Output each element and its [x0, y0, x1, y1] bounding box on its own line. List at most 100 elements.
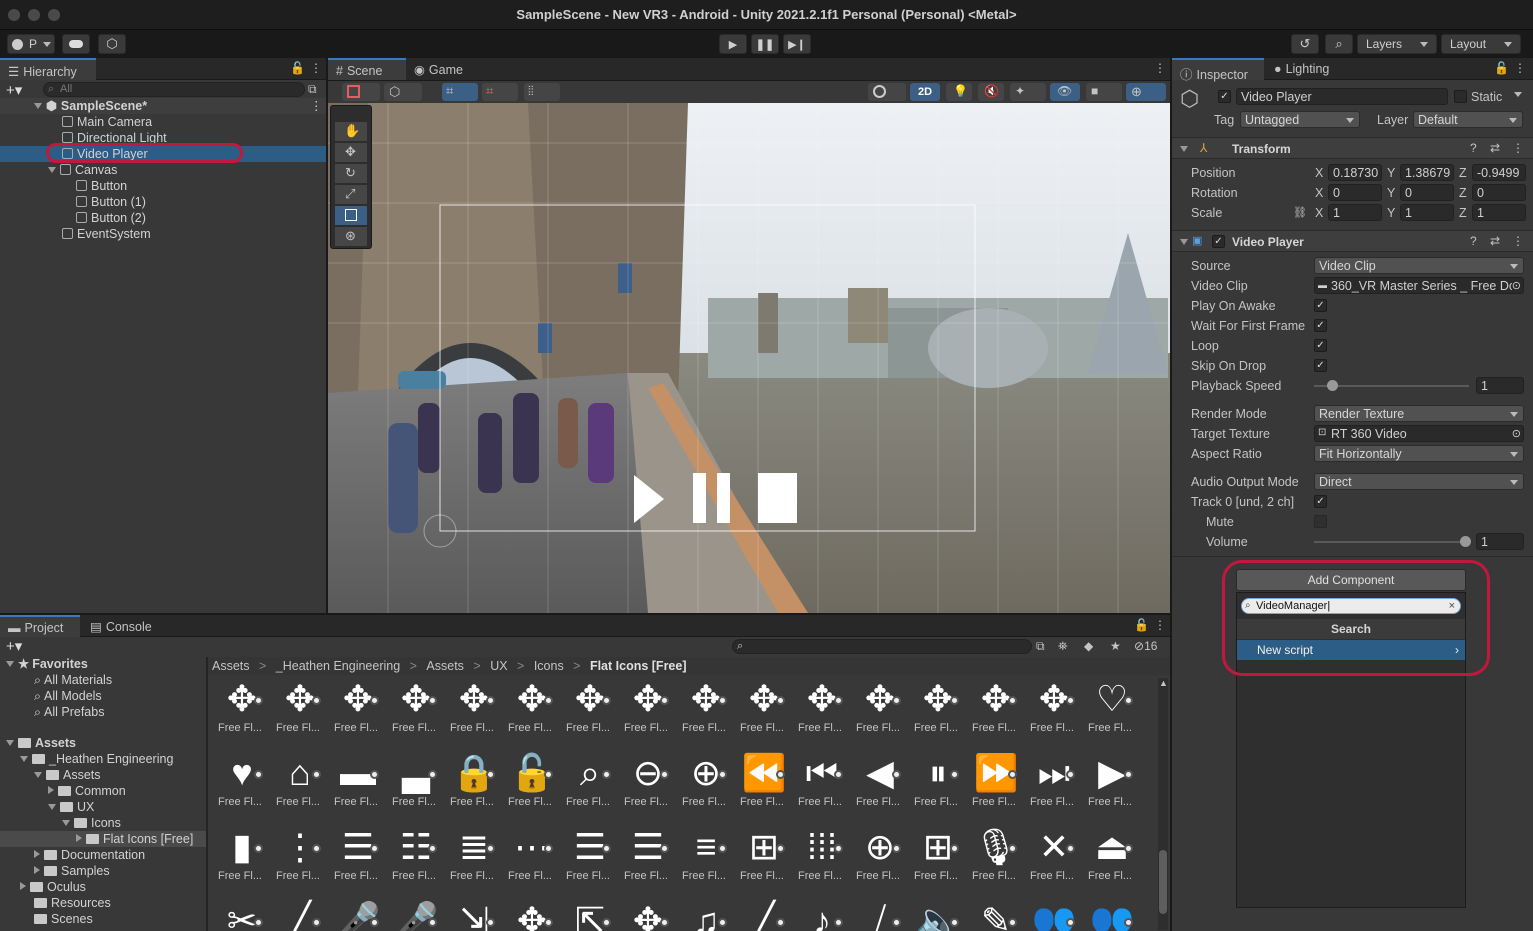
splitter[interactable]	[206, 657, 208, 931]
rect-tool-button[interactable]	[335, 206, 367, 225]
tab-console[interactable]: ▤ Console	[82, 615, 162, 637]
pause-button[interactable]: ❚❚	[751, 34, 779, 54]
move-tool-button[interactable]: ✥	[335, 143, 367, 162]
asset-item[interactable]: ✎Free Fl...	[966, 898, 1022, 931]
more-icon[interactable]: ⋮	[310, 98, 323, 114]
camera-dropdown[interactable]: ■	[1086, 83, 1122, 101]
asset-item[interactable]: ♥ Free Fl...	[212, 750, 268, 824]
project-search-input[interactable]: ⌕	[732, 639, 1032, 654]
breadcrumb-item[interactable]: Assets	[426, 659, 464, 673]
hidden-count[interactable]: ⊘16	[1134, 639, 1157, 653]
asset-item[interactable]: ✥Free Fl...	[502, 676, 558, 750]
scene-search-icon[interactable]: ⧉	[308, 82, 317, 97]
sprite-expand-icon[interactable]	[776, 770, 785, 779]
scale-z-field[interactable]: 1	[1472, 204, 1526, 221]
shading-mode-dropdown[interactable]	[868, 83, 906, 101]
presets-icon[interactable]: ⇄	[1490, 141, 1500, 155]
asset-item[interactable]: ✥Free Fl...	[908, 676, 964, 750]
asset-item[interactable]: ▬ Free Fl...	[328, 750, 384, 824]
step-button[interactable]: ▶❙	[783, 34, 811, 54]
type-filter-icon[interactable]: ⛯	[1058, 639, 1068, 654]
help-icon[interactable]: ?	[1470, 234, 1477, 248]
asset-item[interactable]: ⋯ Free Fl...	[502, 824, 558, 898]
asset-item[interactable]: ✥Free Fl...	[328, 676, 384, 750]
object-name-field[interactable]: Video Player	[1236, 88, 1448, 105]
sprite-expand-icon[interactable]	[892, 696, 901, 705]
help-icon[interactable]: ?	[1470, 141, 1477, 155]
sprite-expand-icon[interactable]	[660, 770, 669, 779]
more-icon[interactable]: ⋮	[310, 61, 322, 75]
asset-item[interactable]: ✥Free Fl...	[560, 676, 616, 750]
gizmos-dropdown[interactable]: ⊕	[1126, 83, 1166, 101]
tree-item[interactable]: Common	[0, 783, 206, 799]
sprite-expand-icon[interactable]	[718, 696, 727, 705]
grid-toggle[interactable]: ⦙⦙	[524, 83, 560, 101]
sprite-expand-icon[interactable]	[428, 918, 437, 927]
tab-project[interactable]: ▬ Project	[0, 615, 80, 637]
asset-item[interactable]: ⊖ Free Fl...	[618, 750, 674, 824]
sprite-expand-icon[interactable]	[950, 770, 959, 779]
asset-item[interactable]: ╱Free Fl...	[734, 898, 790, 931]
playback-speed-field[interactable]: 1	[1476, 377, 1524, 394]
asset-item[interactable]: ✥Free Fl...	[1024, 676, 1080, 750]
sprite-expand-icon[interactable]	[660, 918, 669, 927]
asset-item[interactable]: ▮ Free Fl...	[212, 824, 268, 898]
asset-item[interactable]: ⏮ Free Fl...	[792, 750, 848, 824]
rotate-tool-button[interactable]: ↻	[335, 164, 367, 183]
sprite-expand-icon[interactable]	[544, 770, 553, 779]
tag-dropdown[interactable]: Untagged	[1240, 111, 1360, 128]
sprite-expand-icon[interactable]	[602, 918, 611, 927]
asset-item[interactable]: ⧸Free Fl...	[850, 898, 906, 931]
breadcrumb-item[interactable]: Icons	[534, 659, 564, 673]
sprite-expand-icon[interactable]	[776, 696, 785, 705]
sprite-expand-icon[interactable]	[1066, 844, 1075, 853]
sprite-expand-icon[interactable]	[254, 770, 263, 779]
tree-item[interactable]: Scenes	[0, 911, 206, 927]
asset-item[interactable]: ⌂ Free Fl...	[270, 750, 326, 824]
sprite-expand-icon[interactable]	[1008, 918, 1017, 927]
scroll-up-icon[interactable]: ▲	[1159, 678, 1168, 688]
hand-tool-button[interactable]: ✋	[335, 122, 367, 141]
sprite-expand-icon[interactable]	[254, 918, 263, 927]
audio-toggle[interactable]: 🔇	[978, 83, 1004, 101]
transform-tool-button[interactable]: ⊛	[335, 227, 367, 246]
expand-icon[interactable]	[20, 756, 28, 762]
sprite-expand-icon[interactable]	[602, 844, 611, 853]
collapse-icon[interactable]	[34, 850, 40, 858]
asset-item[interactable]: 🔈Free Fl...	[908, 898, 964, 931]
expand-icon[interactable]	[6, 740, 14, 746]
history-button[interactable]: ↺	[1291, 34, 1319, 54]
effects-dropdown[interactable]: ✦	[1010, 83, 1046, 101]
asset-item[interactable]: ☰ Free Fl...	[328, 824, 384, 898]
sprite-expand-icon[interactable]	[1008, 696, 1017, 705]
sprite-expand-icon[interactable]	[428, 770, 437, 779]
tree-item[interactable]: Resources	[0, 895, 206, 911]
play-on-awake-checkbox[interactable]: ✓	[1314, 299, 1327, 312]
asset-item[interactable]: ✥Free Fl...	[386, 676, 442, 750]
asset-item[interactable]: ⏭ Free Fl...	[1024, 750, 1080, 824]
breadcrumb-item[interactable]: Assets	[212, 659, 250, 673]
visibility-toggle[interactable]: 👁	[1050, 83, 1080, 101]
sprite-expand-icon[interactable]	[776, 844, 785, 853]
scroll-thumb[interactable]	[1159, 850, 1167, 914]
asset-item[interactable]: ⊕ Free Fl...	[850, 824, 906, 898]
expand-icon[interactable]	[62, 820, 70, 826]
static-checkbox[interactable]	[1454, 90, 1467, 103]
asset-item[interactable]: ☰ Free Fl...	[560, 824, 616, 898]
sprite-expand-icon[interactable]	[486, 770, 495, 779]
tree-item[interactable]: Samples	[0, 863, 206, 879]
active-checkbox[interactable]: ✓	[1218, 90, 1231, 103]
asset-item[interactable]: ⏏ Free Fl...	[1082, 824, 1138, 898]
tab-hierarchy[interactable]: ☰ Hierarchy	[0, 58, 96, 80]
scene-row[interactable]: ⬢ SampleScene* ⋮	[0, 98, 326, 114]
tree-item[interactable]: Icons	[0, 815, 206, 831]
scale-y-field[interactable]: 1	[1400, 204, 1454, 221]
sprite-expand-icon[interactable]	[950, 696, 959, 705]
breadcrumb-item[interactable]: UX	[490, 659, 507, 673]
sprite-expand-icon[interactable]	[718, 918, 727, 927]
sprite-expand-icon[interactable]	[776, 918, 785, 927]
asset-item[interactable]: ▶ Free Fl...	[1082, 750, 1138, 824]
sprite-expand-icon[interactable]	[602, 770, 611, 779]
collapse-icon[interactable]	[20, 882, 26, 890]
asset-item[interactable]: ⏸ Free Fl...	[908, 750, 964, 824]
